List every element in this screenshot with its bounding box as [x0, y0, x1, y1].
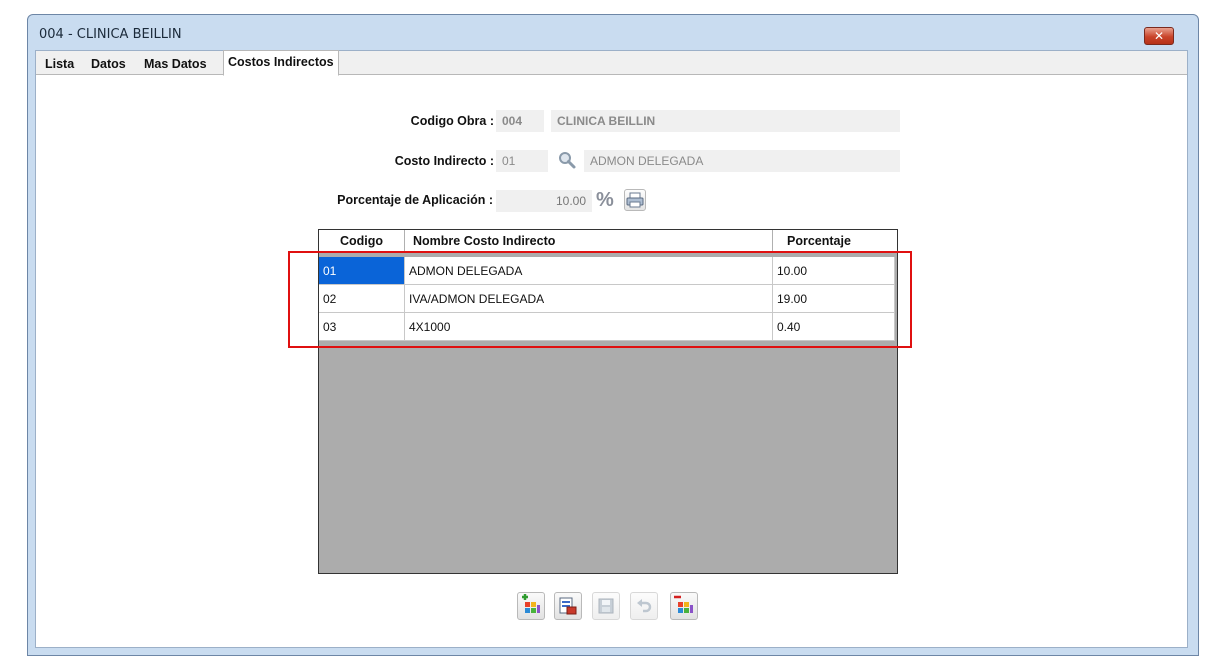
tab-datos[interactable]: Datos [86, 53, 131, 75]
codigo-obra-label: Codigo Obra : [410, 114, 494, 128]
codigo-obra-name-field: CLINICA BEILLIN [551, 110, 900, 132]
highlight-box [288, 251, 912, 348]
save-button[interactable] [592, 592, 620, 620]
column-header-porcentaje[interactable]: Porcentaje [773, 230, 897, 253]
window-title: 004 - CLINICA BEILLIN [39, 27, 182, 42]
undo-icon [637, 599, 652, 613]
percent-icon: % [596, 189, 614, 211]
costo-indirecto-label: Costo Indirecto : [394, 154, 494, 168]
edit-record-icon [559, 597, 577, 615]
tab-lista[interactable]: Lista [40, 53, 79, 75]
codigo-obra-code-field: 004 [496, 110, 544, 132]
delete-records-button[interactable] [670, 592, 698, 620]
search-icon [559, 152, 576, 169]
tab-costos-indirectos[interactable]: Costos Indirectos [223, 50, 339, 76]
porcentaje-aplicacion-label: Porcentaje de Aplicación : [337, 193, 493, 207]
close-icon: ✕ [1153, 29, 1165, 43]
add-records-icon [522, 594, 540, 613]
printer-icon [626, 192, 644, 208]
close-button[interactable]: ✕ [1144, 27, 1174, 45]
column-header-codigo[interactable]: Codigo [319, 230, 405, 253]
add-records-button[interactable] [517, 592, 545, 620]
percent-button[interactable]: % [596, 188, 620, 212]
search-button[interactable] [556, 149, 580, 171]
tab-mas-datos[interactable]: Mas Datos [139, 53, 212, 75]
print-button[interactable] [624, 189, 646, 211]
delete-records-icon [674, 595, 693, 613]
costo-indirecto-name-field: ADMON DELEGADA [584, 150, 900, 172]
edit-record-button[interactable] [554, 592, 582, 620]
undo-button[interactable] [630, 592, 658, 620]
column-header-nombre[interactable]: Nombre Costo Indirecto [405, 230, 773, 253]
save-icon [598, 598, 614, 614]
porcentaje-aplicacion-field[interactable]: 10.00 [496, 190, 592, 212]
costo-indirecto-code-field[interactable]: 01 [496, 150, 548, 172]
